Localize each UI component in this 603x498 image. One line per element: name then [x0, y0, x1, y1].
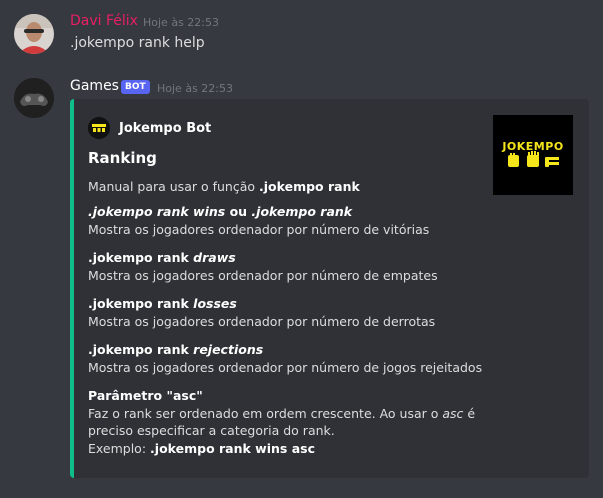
- field-name-part: draws: [193, 250, 236, 265]
- embed-card: Jokempo Bot JOKEMPO Ranking Manual para …: [70, 99, 589, 478]
- field-name-part: rejections: [193, 342, 264, 357]
- description-command: .jokempo rank: [259, 179, 360, 194]
- value-command: .jokempo rank wins asc: [150, 440, 315, 456]
- embed-description: Manual para usar o função .jokempo rank: [88, 179, 360, 194]
- bot-badge: BOT: [121, 80, 150, 94]
- field-value: Mostra os jogadores ordenador por número…: [88, 313, 436, 329]
- field-name: .jokempo rank losses: [88, 295, 435, 313]
- description-text: Manual para usar o função: [88, 179, 259, 194]
- field-name-part: losses: [193, 296, 237, 311]
- message-author[interactable]: Games: [70, 78, 119, 94]
- field-rejections: .jokempo rank rejections Mostra os jogad…: [88, 341, 482, 376]
- bot-avatar[interactable]: [14, 78, 54, 118]
- value-text: Faz o rank ser ordenado em ordem crescen…: [88, 405, 443, 421]
- field-losses: .jokempo rank losses Mostra os jogadores…: [88, 295, 435, 330]
- field-value: Mostra os jogadores ordenador por número…: [88, 359, 483, 375]
- field-name-part: .jokempo rank wins: [88, 204, 226, 219]
- message-author[interactable]: Davi Félix: [70, 13, 138, 29]
- value-text: Exemplo:: [88, 440, 151, 456]
- field-name-part: .jokempo rank: [88, 342, 194, 357]
- field-value: Mostra os jogadores ordenador por número…: [88, 221, 430, 237]
- embed-title: Ranking: [88, 149, 157, 167]
- field-asc: Parâmetro "asc" Faz o rank ser ordenado …: [88, 387, 475, 457]
- field-value: Mostra os jogadores ordenador por número…: [88, 267, 438, 283]
- field-wins: .jokempo rank wins ou .jokempo rank Most…: [88, 203, 429, 238]
- field-name: .jokempo rank wins ou .jokempo rank: [88, 203, 429, 221]
- field-value-line: Faz o rank ser ordenado em ordem crescen…: [88, 405, 475, 423]
- value-emphasis: asc: [442, 405, 464, 421]
- field-name-part: .jokempo rank: [88, 250, 194, 265]
- field-draws: .jokempo rank draws Mostra os jogadores …: [88, 249, 438, 284]
- field-value-line: Exemplo: .jokempo rank wins asc: [88, 440, 475, 458]
- user-avatar[interactable]: [14, 14, 54, 54]
- field-name: .jokempo rank rejections: [88, 341, 482, 359]
- embed-author-name[interactable]: Jokempo Bot: [119, 121, 211, 136]
- message-timestamp: Hoje às 22:53: [143, 16, 219, 29]
- field-name-part: .jokempo rank: [88, 296, 194, 311]
- field-value-line: preciso especificar a categoria do rank.: [88, 423, 335, 438]
- message-timestamp: Hoje às 22:53: [157, 82, 233, 95]
- jokempo-logo-thumbnail[interactable]: JOKEMPO: [493, 115, 573, 195]
- field-name: .jokempo rank draws: [88, 249, 438, 267]
- field-name: Parâmetro "asc": [88, 388, 203, 403]
- field-name-part: .jokempo rank: [251, 204, 353, 219]
- message-content: .jokempo rank help: [70, 35, 205, 51]
- field-name-part: ou: [225, 204, 252, 219]
- embed-author: Jokempo Bot: [88, 117, 211, 139]
- jokempo-bot-icon: [88, 117, 110, 139]
- value-text: é: [463, 405, 476, 421]
